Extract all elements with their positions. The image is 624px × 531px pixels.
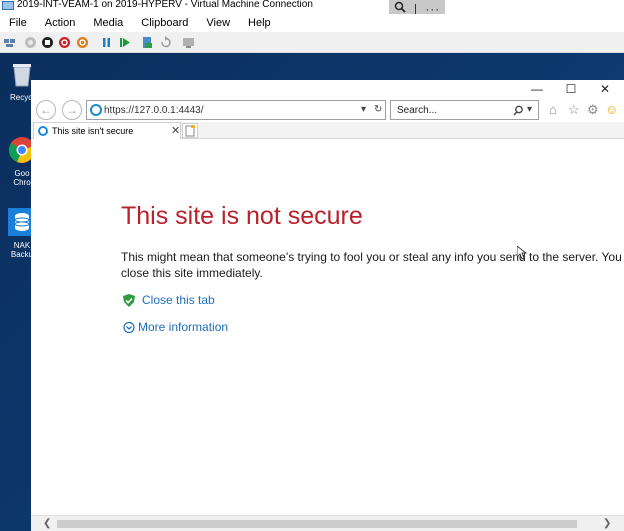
address-url[interactable]: https://127.0.0.1:4443/ [104, 105, 204, 116]
vm-app-icon [2, 1, 14, 10]
scroll-right-icon[interactable]: ❯ [603, 518, 611, 529]
minimize-icon[interactable]: — [530, 82, 544, 96]
more-information-link[interactable]: More information [123, 320, 228, 334]
page-content: This site is not secure This might mean … [31, 139, 624, 515]
address-row: ← → https://127.0.0.1:4443/ ▾ ↻ Search..… [31, 98, 624, 122]
dropdown-arrow-icon[interactable]: ▾ [361, 104, 366, 115]
address-bar[interactable]: https://127.0.0.1:4443/ ▾ ↻ [86, 100, 386, 120]
close-tab-link[interactable]: Close this tab [123, 293, 215, 307]
new-tab-button[interactable] [182, 123, 198, 138]
mouse-cursor-icon [517, 246, 527, 260]
turn-off-icon[interactable] [41, 36, 54, 49]
pause-icon[interactable] [100, 36, 113, 49]
enhanced-session-icon[interactable] [182, 36, 195, 49]
tab-this-site-isnt-secure[interactable]: This site isn't secure ✕ [33, 122, 181, 139]
search-bar[interactable]: Search... ▾ [390, 100, 539, 120]
menu-action[interactable]: Action [36, 17, 85, 29]
close-window-icon[interactable]: ✕ [598, 82, 612, 96]
ie-window: — ☐ ✕ ← → https://127.0.0.1:4443/ ▾ ↻ Se… [31, 80, 624, 531]
resume-icon[interactable] [118, 36, 131, 49]
ie-caption-bar: — ☐ ✕ [31, 80, 624, 98]
warning-line-1: This might mean that someone’s trying to… [121, 250, 624, 264]
chevron-down-circle-icon [123, 321, 135, 333]
new-tab-icon [185, 125, 195, 137]
warning-message: This might mean that someone’s trying to… [121, 249, 624, 281]
ie-logo-icon [90, 104, 102, 116]
horizontal-scrollbar[interactable]: ❮ ❯ [31, 515, 624, 531]
shield-check-icon [123, 293, 135, 307]
feedback-smiley-icon[interactable]: ☺ [605, 103, 618, 116]
start-icon[interactable] [24, 36, 37, 49]
screen: 2019-INT-VEAM-1 on 2019-HYPERV - Virtual… [0, 0, 624, 531]
refresh-icon[interactable]: ↻ [374, 104, 382, 115]
search-dropdown-icon[interactable]: ▾ [527, 104, 532, 115]
forward-arrow-icon[interactable]: → [62, 100, 82, 120]
menu-media[interactable]: Media [84, 17, 132, 29]
save-state-icon[interactable] [76, 36, 89, 49]
search-icon[interactable] [513, 105, 524, 116]
favorites-star-icon[interactable]: ☆ [568, 103, 580, 116]
home-icon[interactable]: ⌂ [549, 103, 557, 116]
tab-strip: This site isn't secure ✕ [31, 122, 624, 139]
page-heading: This site is not secure [121, 202, 363, 230]
tab-close-icon[interactable]: ✕ [171, 124, 180, 137]
shutdown-icon[interactable] [58, 36, 71, 49]
search-placeholder[interactable]: Search... [397, 105, 437, 116]
vm-titlebar: 2019-INT-VEAM-1 on 2019-HYPERV - Virtual… [0, 0, 624, 14]
scroll-thumb[interactable] [57, 520, 577, 528]
checkpoint-icon[interactable] [141, 36, 154, 49]
vm-toolbar [0, 32, 624, 53]
back-arrow-icon[interactable]: ← [36, 100, 56, 120]
menu-view[interactable]: View [197, 17, 239, 29]
ctrl-alt-del-icon[interactable] [3, 36, 16, 49]
revert-icon[interactable] [159, 36, 172, 49]
zoom-separator [414, 3, 416, 14]
menu-file[interactable]: File [0, 17, 36, 29]
warning-line-2: close this site immediately. [121, 266, 263, 280]
ie-tab-icon [38, 126, 48, 136]
vm-menubar: File Action Media Clipboard View Help [0, 14, 624, 32]
close-tab-label[interactable]: Close this tab [142, 293, 215, 307]
scroll-left-icon[interactable]: ❮ [43, 518, 51, 529]
menu-help[interactable]: Help [239, 17, 280, 29]
vm-window-title: 2019-INT-VEAM-1 on 2019-HYPERV - Virtual… [17, 0, 313, 10]
menu-clipboard[interactable]: Clipboard [132, 17, 197, 29]
more-information-label[interactable]: More information [138, 320, 228, 334]
tab-title[interactable]: This site isn't secure [52, 126, 133, 136]
settings-gear-icon[interactable]: ⚙ [587, 103, 599, 116]
maximize-icon[interactable]: ☐ [564, 82, 578, 96]
